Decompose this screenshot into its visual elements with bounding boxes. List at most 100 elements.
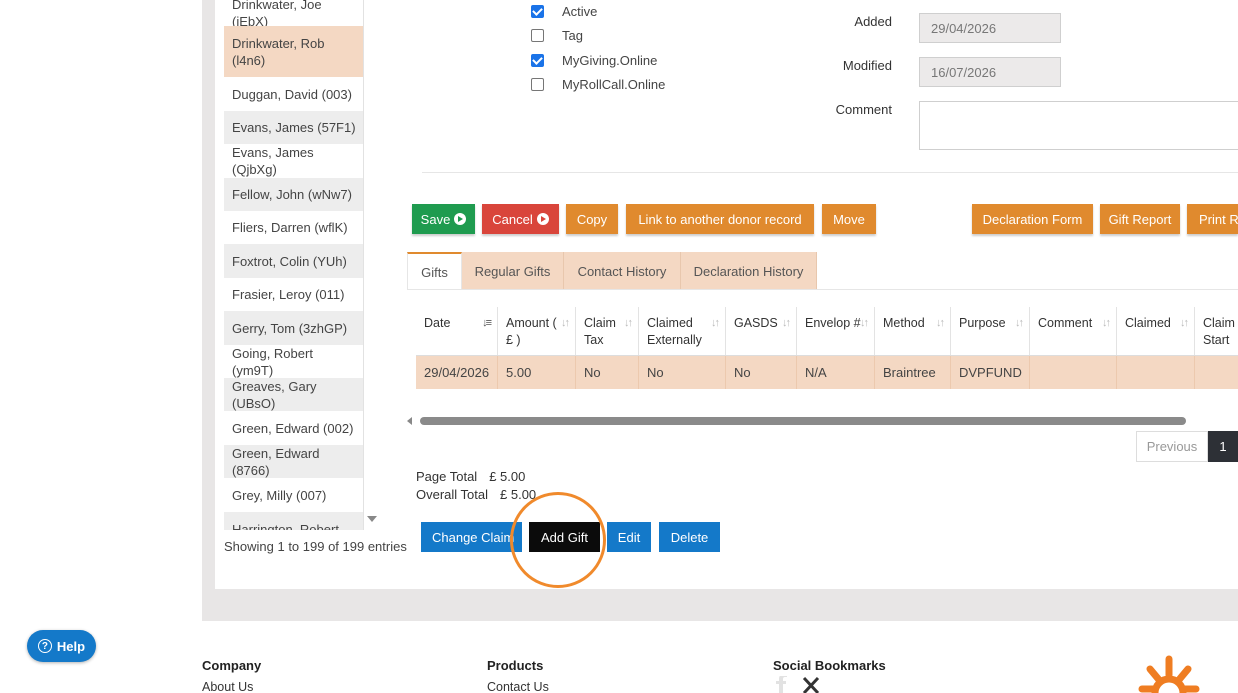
link-donor-button[interactable]: Link to another donor record xyxy=(626,204,814,234)
help-button[interactable]: ? Help xyxy=(27,630,96,662)
brand-logo xyxy=(1134,655,1204,693)
mygiving-checkbox-row[interactable]: MyGiving.Online xyxy=(531,53,657,68)
added-label: Added xyxy=(854,14,892,29)
cancel-button[interactable]: Cancel xyxy=(482,204,559,234)
donor-list-item[interactable]: Going, Robert (ym9T) xyxy=(224,345,363,378)
change-claim-button[interactable]: Change Claim xyxy=(421,522,522,552)
donor-list-item[interactable]: Harrington, Robert xyxy=(224,512,363,530)
footer-contact-link[interactable]: Contact Us xyxy=(487,680,549,693)
declaration-form-button[interactable]: Declaration Form xyxy=(972,204,1093,234)
cell-method: Braintree xyxy=(875,356,951,389)
donor-list-item-selected[interactable]: Drinkwater, Rob (l4n6) xyxy=(224,26,363,77)
column-header-date[interactable]: Date ↓≡ xyxy=(416,307,498,355)
donor-list-item[interactable]: Green, Edward (8766) xyxy=(224,445,363,478)
myrollcall-checkbox-row[interactable]: MyRollCall.Online xyxy=(531,77,665,92)
donor-list-item[interactable]: Duggan, David (003) xyxy=(224,77,363,111)
donor-list-item[interactable]: Grey, Milly (007) xyxy=(224,478,363,512)
footer-social-heading: Social Bookmarks xyxy=(773,658,886,673)
modified-label: Modified xyxy=(842,58,892,73)
mygiving-checkbox[interactable] xyxy=(531,54,544,67)
footer-about-link[interactable]: About Us xyxy=(202,680,253,693)
modified-field: 16/07/2026 xyxy=(919,57,1061,87)
column-header-claimed-externally[interactable]: Claimed Externally ↓↑ xyxy=(639,307,726,355)
donor-list-item[interactable]: Drinkwater, Joe (iEbX) xyxy=(224,0,363,29)
donor-list-item[interactable]: Gerry, Tom (3zhGP) xyxy=(224,311,363,345)
donor-list-item[interactable]: Evans, James (QjbXg) xyxy=(224,144,363,178)
copy-button[interactable]: Copy xyxy=(566,204,618,234)
entries-count: Showing 1 to 199 of 199 entries xyxy=(224,539,407,554)
page-1-button[interactable]: 1 xyxy=(1208,431,1238,462)
cell-amount: 5.00 xyxy=(498,356,576,389)
cell-gasds: No xyxy=(726,356,797,389)
column-header-claimed[interactable]: Claimed ↓↑ xyxy=(1117,307,1195,355)
tab-declaration-history[interactable]: Declaration History xyxy=(681,252,817,290)
tab-contact-history[interactable]: Contact History xyxy=(564,252,681,290)
page-total-value: £ 5.00 xyxy=(489,469,526,484)
column-header-gasds[interactable]: GASDS ↓↑ xyxy=(726,307,797,355)
edit-button[interactable]: Edit xyxy=(607,522,651,552)
previous-page-button[interactable]: Previous xyxy=(1136,431,1208,462)
column-header-amount[interactable]: Amount ( £ ) ↓↑ xyxy=(498,307,576,355)
print-button[interactable]: Print R xyxy=(1187,204,1238,234)
tab-regular-gifts[interactable]: Regular Gifts xyxy=(462,252,564,290)
donor-list-item[interactable]: Foxtrot, Colin (YUh) xyxy=(224,244,363,278)
active-checkbox-row[interactable]: Active xyxy=(531,4,597,19)
sort-icon: ↓↑ xyxy=(782,317,791,329)
column-header-envelop[interactable]: Envelop # ↓↑ xyxy=(797,307,875,355)
page-total: Page Total £ 5.00 xyxy=(416,469,526,484)
question-icon: ? xyxy=(37,639,52,653)
tag-label: Tag xyxy=(562,28,583,43)
donor-list-item[interactable]: Fliers, Darren (wflK) xyxy=(224,211,363,244)
sort-icon: ↓↑ xyxy=(711,317,720,329)
column-header-method[interactable]: Method ↓↑ xyxy=(875,307,951,355)
comment-label: Comment xyxy=(835,102,892,117)
donor-list-item[interactable]: Fellow, John (wNw7) xyxy=(224,178,363,211)
donor-list-item[interactable]: Evans, James (57F1) xyxy=(224,111,363,144)
active-checkbox[interactable] xyxy=(531,5,544,18)
sort-desc-icon: ↓≡ xyxy=(482,317,492,329)
footer-products-heading: Products xyxy=(487,658,544,673)
tag-checkbox[interactable] xyxy=(531,29,544,42)
column-header-claim-tax[interactable]: Claim Tax ↓↑ xyxy=(576,307,639,355)
sort-icon: ↓↑ xyxy=(1180,317,1189,329)
move-button[interactable]: Move xyxy=(822,204,876,234)
cell-claimed xyxy=(1117,356,1195,389)
donor-list-item[interactable]: Green, Edward (002) xyxy=(224,411,363,445)
myrollcall-checkbox[interactable] xyxy=(531,78,544,91)
cell-purpose: DVPFUND xyxy=(951,356,1030,389)
delete-button[interactable]: Delete xyxy=(659,522,720,552)
column-header-claim-start[interactable]: Claim Start xyxy=(1195,307,1238,355)
arrow-circle-right-icon xyxy=(536,213,549,225)
section-divider xyxy=(422,172,1238,173)
cell-comment xyxy=(1030,356,1117,389)
arrow-circle-right-icon xyxy=(454,213,467,225)
x-icon[interactable] xyxy=(802,676,820,693)
scroll-left-icon[interactable] xyxy=(407,417,412,425)
cell-date: 29/04/2026 xyxy=(416,356,498,389)
donor-list[interactable]: Drinkwater, Joe (iEbX) Drinkwater, Rob (… xyxy=(224,0,364,530)
tab-gifts[interactable]: Gifts xyxy=(407,252,462,290)
comment-textarea[interactable] xyxy=(919,101,1238,150)
sort-icon: ↓↑ xyxy=(1015,317,1024,329)
donor-list-item[interactable]: Frasier, Leroy (011) xyxy=(224,278,363,311)
cell-claimed-externally: No xyxy=(639,356,726,389)
added-field: 29/04/2026 xyxy=(919,13,1061,43)
overall-total-value: £ 5.00 xyxy=(500,487,537,502)
facebook-icon[interactable] xyxy=(776,674,787,693)
active-label: Active xyxy=(562,4,598,19)
column-header-purpose[interactable]: Purpose ↓↑ xyxy=(951,307,1030,355)
donor-list-item[interactable]: Greaves, Gary (UBsO) xyxy=(224,378,363,411)
sort-icon: ↓↑ xyxy=(561,317,570,329)
tag-checkbox-row[interactable]: Tag xyxy=(531,28,583,43)
scroll-down-icon[interactable] xyxy=(367,516,377,522)
add-gift-button[interactable]: Add Gift xyxy=(529,522,600,552)
horizontal-scrollbar[interactable] xyxy=(420,417,1186,425)
donor-card xyxy=(215,0,1238,589)
column-header-comment[interactable]: Comment ↓↑ xyxy=(1030,307,1117,355)
sort-icon: ↓↑ xyxy=(1102,317,1111,329)
mygiving-label: MyGiving.Online xyxy=(562,53,658,68)
gift-report-button[interactable]: Gift Report xyxy=(1100,204,1180,234)
myrollcall-label: MyRollCall.Online xyxy=(562,77,666,92)
save-button[interactable]: Save xyxy=(412,204,475,234)
footer-company-heading: Company xyxy=(202,658,262,673)
